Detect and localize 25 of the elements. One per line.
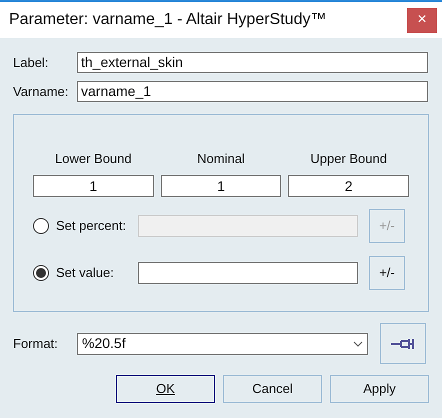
dialog-button[interactable]: Cancel — [223, 375, 322, 403]
plus-minus-button[interactable]: +/- — [369, 256, 405, 290]
field-label: Label: — [13, 54, 50, 72]
pin-button[interactable] — [380, 323, 426, 364]
column-heading: Upper Bound — [310, 150, 387, 168]
radio-label: Set value: — [56, 264, 115, 282]
bound-field[interactable]: 2 — [288, 174, 409, 196]
bound-field[interactable]: 1 — [160, 174, 282, 196]
format-dropdown[interactable]: %20.5f — [77, 332, 368, 354]
chevron-down-icon — [353, 340, 363, 346]
pushpin-icon — [391, 336, 415, 350]
radio-button[interactable] — [33, 264, 49, 280]
input-field[interactable]: varname_1 — [77, 81, 428, 102]
format-label: Format: — [13, 334, 59, 353]
dialog-button[interactable]: OK — [116, 375, 215, 403]
input-field[interactable]: th_external_skin — [77, 52, 428, 73]
column-heading: Lower Bound — [55, 150, 132, 168]
field-label: Varname: — [13, 82, 70, 101]
close-button[interactable]: × — [407, 8, 437, 32]
radio-label: Set percent: — [56, 216, 128, 235]
window-title: Parameter: varname_1 - Altair HyperStudy™ — [9, 10, 326, 30]
column-heading: Nominal — [197, 150, 245, 168]
bound-field[interactable]: 1 — [33, 174, 154, 196]
dialog-button[interactable]: Apply — [330, 375, 429, 403]
value-field[interactable] — [138, 262, 358, 284]
